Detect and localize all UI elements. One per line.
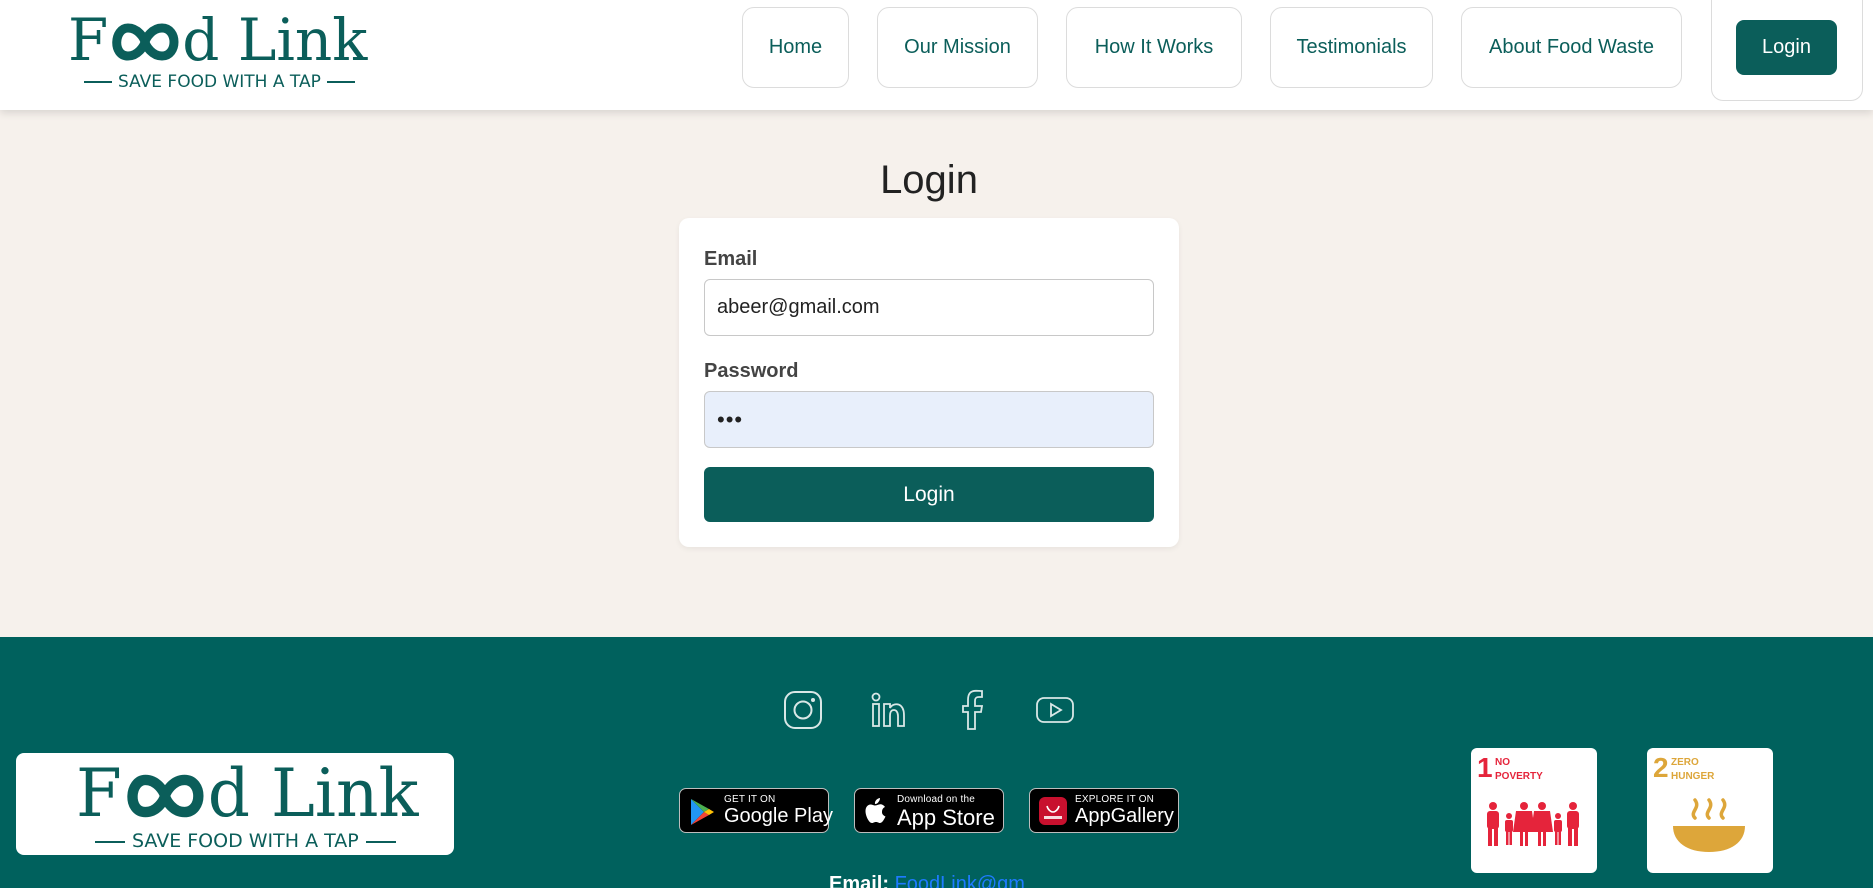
nav-home[interactable]: Home xyxy=(742,7,849,88)
bowl-icon xyxy=(1673,798,1745,852)
store-name: Google Play xyxy=(724,805,833,827)
app-store-badge[interactable]: Download on the App Store xyxy=(854,788,1004,833)
nav-testimonials[interactable]: Testimonials xyxy=(1270,7,1433,88)
app-gallery-badge[interactable]: EXPLORE IT ON AppGallery xyxy=(1029,788,1179,833)
nav-about-food-waste[interactable]: About Food Waste xyxy=(1461,7,1682,88)
site-header: Fd Link SAVE FOOD WITH A TAP Home Our Mi… xyxy=(0,0,1873,110)
brand-logo[interactable]: Fd Link SAVE FOOD WITH A TAP xyxy=(68,6,367,92)
logo-tagline: SAVE FOOD WITH A TAP xyxy=(88,831,403,851)
sdg-title: ZERO HUNGER xyxy=(1671,757,1715,782)
google-play-badge[interactable]: GET IT ON Google Play xyxy=(679,788,833,833)
nav-how-it-works[interactable]: How It Works xyxy=(1066,7,1242,88)
login-submit-button[interactable]: Login xyxy=(704,467,1154,522)
nav-label: Home xyxy=(768,36,823,58)
linkedin-icon[interactable] xyxy=(868,689,910,731)
footer-brand-logo[interactable]: Fd Link SAVE FOOD WITH A TAP xyxy=(16,753,454,855)
sdg-number: 1 xyxy=(1477,752,1493,783)
infinity-link-icon xyxy=(112,23,179,61)
nav-our-mission[interactable]: Our Mission xyxy=(877,7,1038,88)
nav-login-button[interactable]: Login xyxy=(1736,20,1837,75)
sdg-zero-hunger-tile[interactable]: 2 ZERO HUNGER xyxy=(1647,748,1773,873)
logo-wordmark: Fd Link xyxy=(68,6,368,74)
site-footer: Fd Link SAVE FOOD WITH A TAP GET IT ON G… xyxy=(0,637,1873,888)
facebook-icon[interactable] xyxy=(951,689,993,731)
apple-icon xyxy=(865,798,886,823)
sdg-no-poverty-tile[interactable]: 1 NO POVERTY xyxy=(1471,748,1597,873)
store-name: App Store xyxy=(897,805,995,830)
store-small-text: Download on the xyxy=(897,794,976,805)
nav-label: About Food Waste xyxy=(1489,36,1654,58)
huawei-appgallery-icon xyxy=(1039,797,1067,825)
contact-email: Email: FoodLink@gm xyxy=(829,873,1025,888)
nav-label: Testimonials xyxy=(1296,36,1407,58)
youtube-icon[interactable] xyxy=(1034,689,1076,731)
email-field[interactable]: abeer@gmail.com xyxy=(704,279,1154,336)
store-small-text: EXPLORE IT ON xyxy=(1075,794,1155,805)
instagram-icon[interactable] xyxy=(782,689,824,731)
store-small-text: GET IT ON xyxy=(724,794,776,805)
sdg-title: NO POVERTY xyxy=(1495,757,1543,782)
nav-label: How It Works xyxy=(1094,36,1214,58)
page-title: Login xyxy=(880,158,978,202)
logo-tagline: SAVE FOOD WITH A TAP xyxy=(78,72,361,92)
login-form: Email abeer@gmail.com Password ••• Login xyxy=(679,218,1179,547)
email-label: Email xyxy=(704,248,758,270)
nav-label: Our Mission xyxy=(904,36,1011,58)
password-label: Password xyxy=(704,360,799,382)
password-field[interactable]: ••• xyxy=(704,391,1154,448)
sdg-number: 2 xyxy=(1653,752,1669,783)
logo-wordmark: Fd Link xyxy=(76,755,419,832)
family-icon xyxy=(1487,802,1579,846)
infinity-link-icon xyxy=(127,774,204,818)
store-name: AppGallery xyxy=(1075,805,1174,827)
contact-email-link[interactable]: FoodLink@gm xyxy=(895,873,1025,888)
google-play-icon xyxy=(691,799,714,825)
